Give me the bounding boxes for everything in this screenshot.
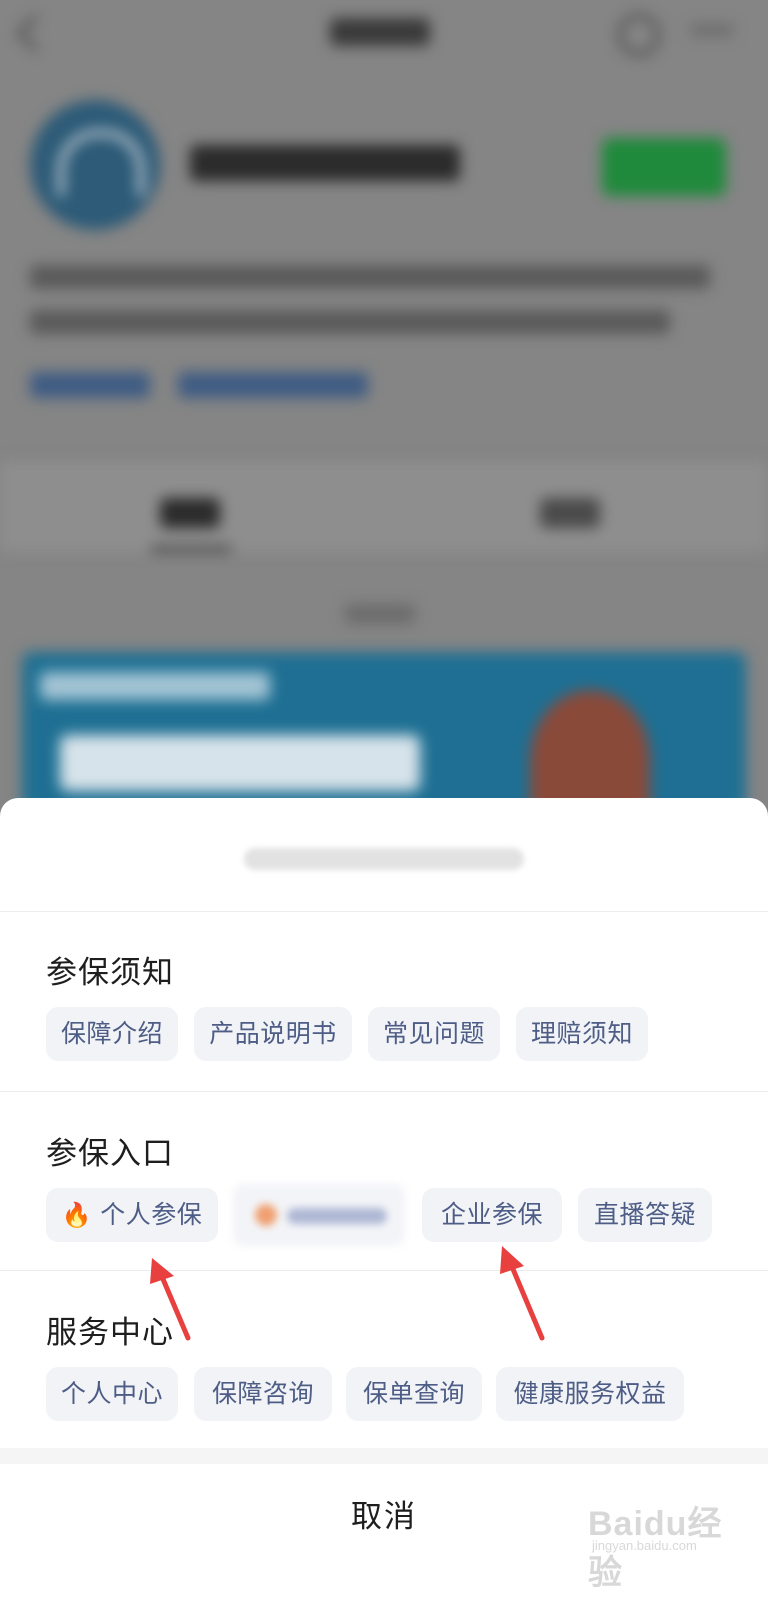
section-insurance-notice: 参保须知 保障介绍 产品说明书 常见问题 理赔须知 <box>0 911 768 1092</box>
blurred-tabs <box>0 462 768 552</box>
blurred-account-name <box>190 145 460 181</box>
chip-product-manual[interactable]: 产品说明书 <box>194 1007 352 1061</box>
blurred-banner-text <box>60 735 420 791</box>
chip-claim-notice[interactable]: 理赔须知 <box>516 1007 648 1061</box>
chip-label: 个人参保 <box>100 1200 203 1229</box>
blurred-page-title <box>330 18 430 46</box>
blurred-follow-button <box>602 138 726 196</box>
blurred-chip[interactable] <box>233 1184 405 1246</box>
more-icon <box>690 24 734 36</box>
divider-gap <box>0 1448 768 1464</box>
blurred-tab <box>160 498 220 528</box>
chip-personal-center[interactable]: 个人中心 <box>46 1367 178 1421</box>
chip-faq[interactable]: 常见问题 <box>368 1007 500 1061</box>
blurred-tag <box>30 372 150 398</box>
chip-coverage-consult[interactable]: 保障咨询 <box>194 1367 332 1421</box>
tab-indicator <box>150 546 232 552</box>
blurred-description-line <box>30 265 710 289</box>
chip-enterprise-enroll[interactable]: 企业参保 <box>422 1188 562 1242</box>
chip-policy-query[interactable]: 保单查询 <box>346 1367 482 1421</box>
blurred-date <box>345 604 415 624</box>
watermark-sub: jingyan.baidu.com <box>592 1538 697 1553</box>
blurred-banner-logo <box>40 672 270 700</box>
section-title: 参保须知 <box>46 955 174 991</box>
section-title: 服务中心 <box>46 1315 174 1351</box>
chip-coverage-intro[interactable]: 保障介绍 <box>46 1007 178 1061</box>
section-title: 参保入口 <box>46 1136 174 1172</box>
search-icon <box>618 14 660 56</box>
avatar-emblem-icon <box>58 130 144 196</box>
fire-icon: 🔥 <box>61 1201 93 1229</box>
section-service-center: 服务中心 个人中心 保障咨询 保单查询 健康服务权益 <box>0 1271 768 1447</box>
blurred-description-line <box>30 310 670 334</box>
chip-live-qa[interactable]: 直播答疑 <box>578 1188 712 1242</box>
sheet-header <box>0 798 768 912</box>
background-page <box>0 0 768 840</box>
section-enroll-entry: 参保入口 🔥 个人参保 企业参保 直播答疑 <box>0 1092 768 1271</box>
blurred-tab <box>540 498 600 528</box>
blurred-sheet-title <box>244 848 524 870</box>
chip-personal-enroll[interactable]: 🔥 个人参保 <box>46 1188 218 1242</box>
baidu-watermark: Baidu经验 jingyan.baidu.com <box>588 1478 728 1592</box>
blurred-tag <box>178 372 368 398</box>
chip-health-service-rights[interactable]: 健康服务权益 <box>496 1367 684 1421</box>
